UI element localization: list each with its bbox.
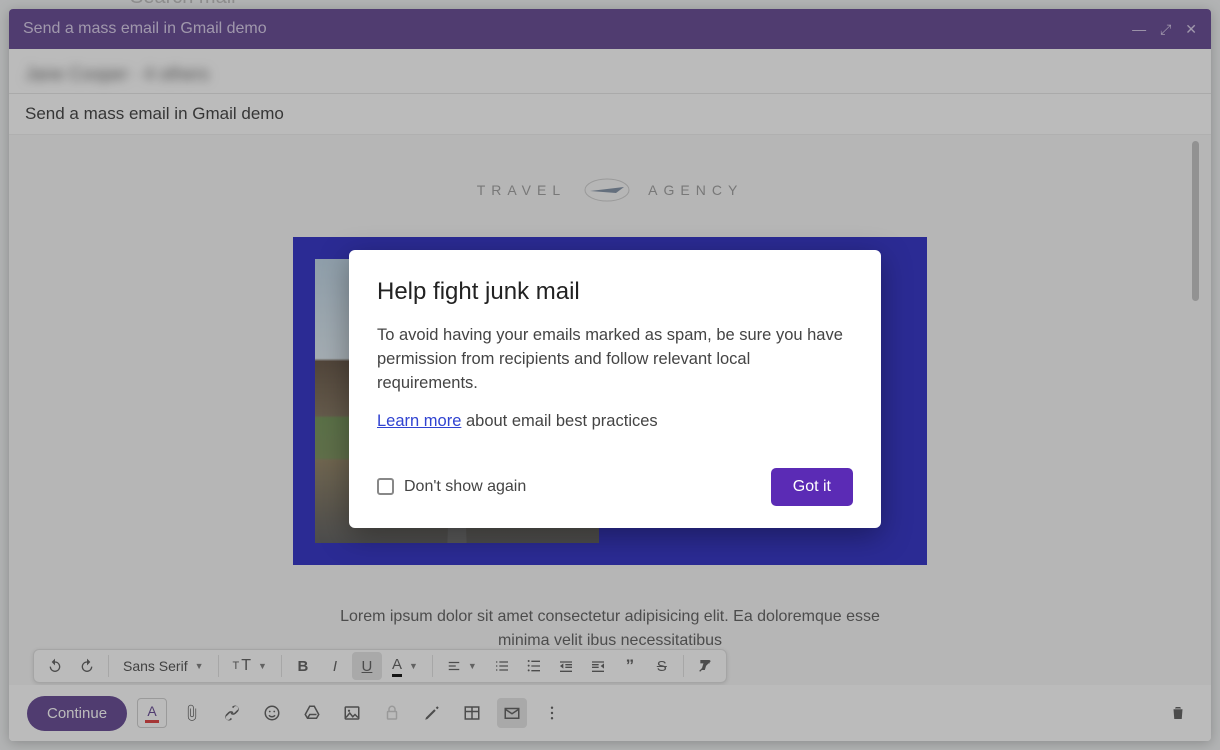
dont-show-again-checkbox[interactable]: Don't show again bbox=[377, 478, 526, 496]
modal-learn-more-line: Learn more about email best practices bbox=[377, 410, 853, 434]
modal-backdrop[interactable]: Help fight junk mail To avoid having you… bbox=[0, 0, 1220, 750]
checkbox-icon[interactable] bbox=[377, 478, 394, 495]
modal-actions: Don't show again Got it bbox=[377, 468, 853, 506]
junk-mail-modal: Help fight junk mail To avoid having you… bbox=[349, 250, 881, 528]
learn-more-link[interactable]: Learn more bbox=[377, 412, 461, 430]
checkbox-label: Don't show again bbox=[404, 478, 526, 496]
learn-more-suffix: about email best practices bbox=[461, 412, 657, 430]
modal-body-text: To avoid having your emails marked as sp… bbox=[377, 324, 853, 396]
got-it-button[interactable]: Got it bbox=[771, 468, 853, 506]
modal-title: Help fight junk mail bbox=[377, 278, 853, 306]
